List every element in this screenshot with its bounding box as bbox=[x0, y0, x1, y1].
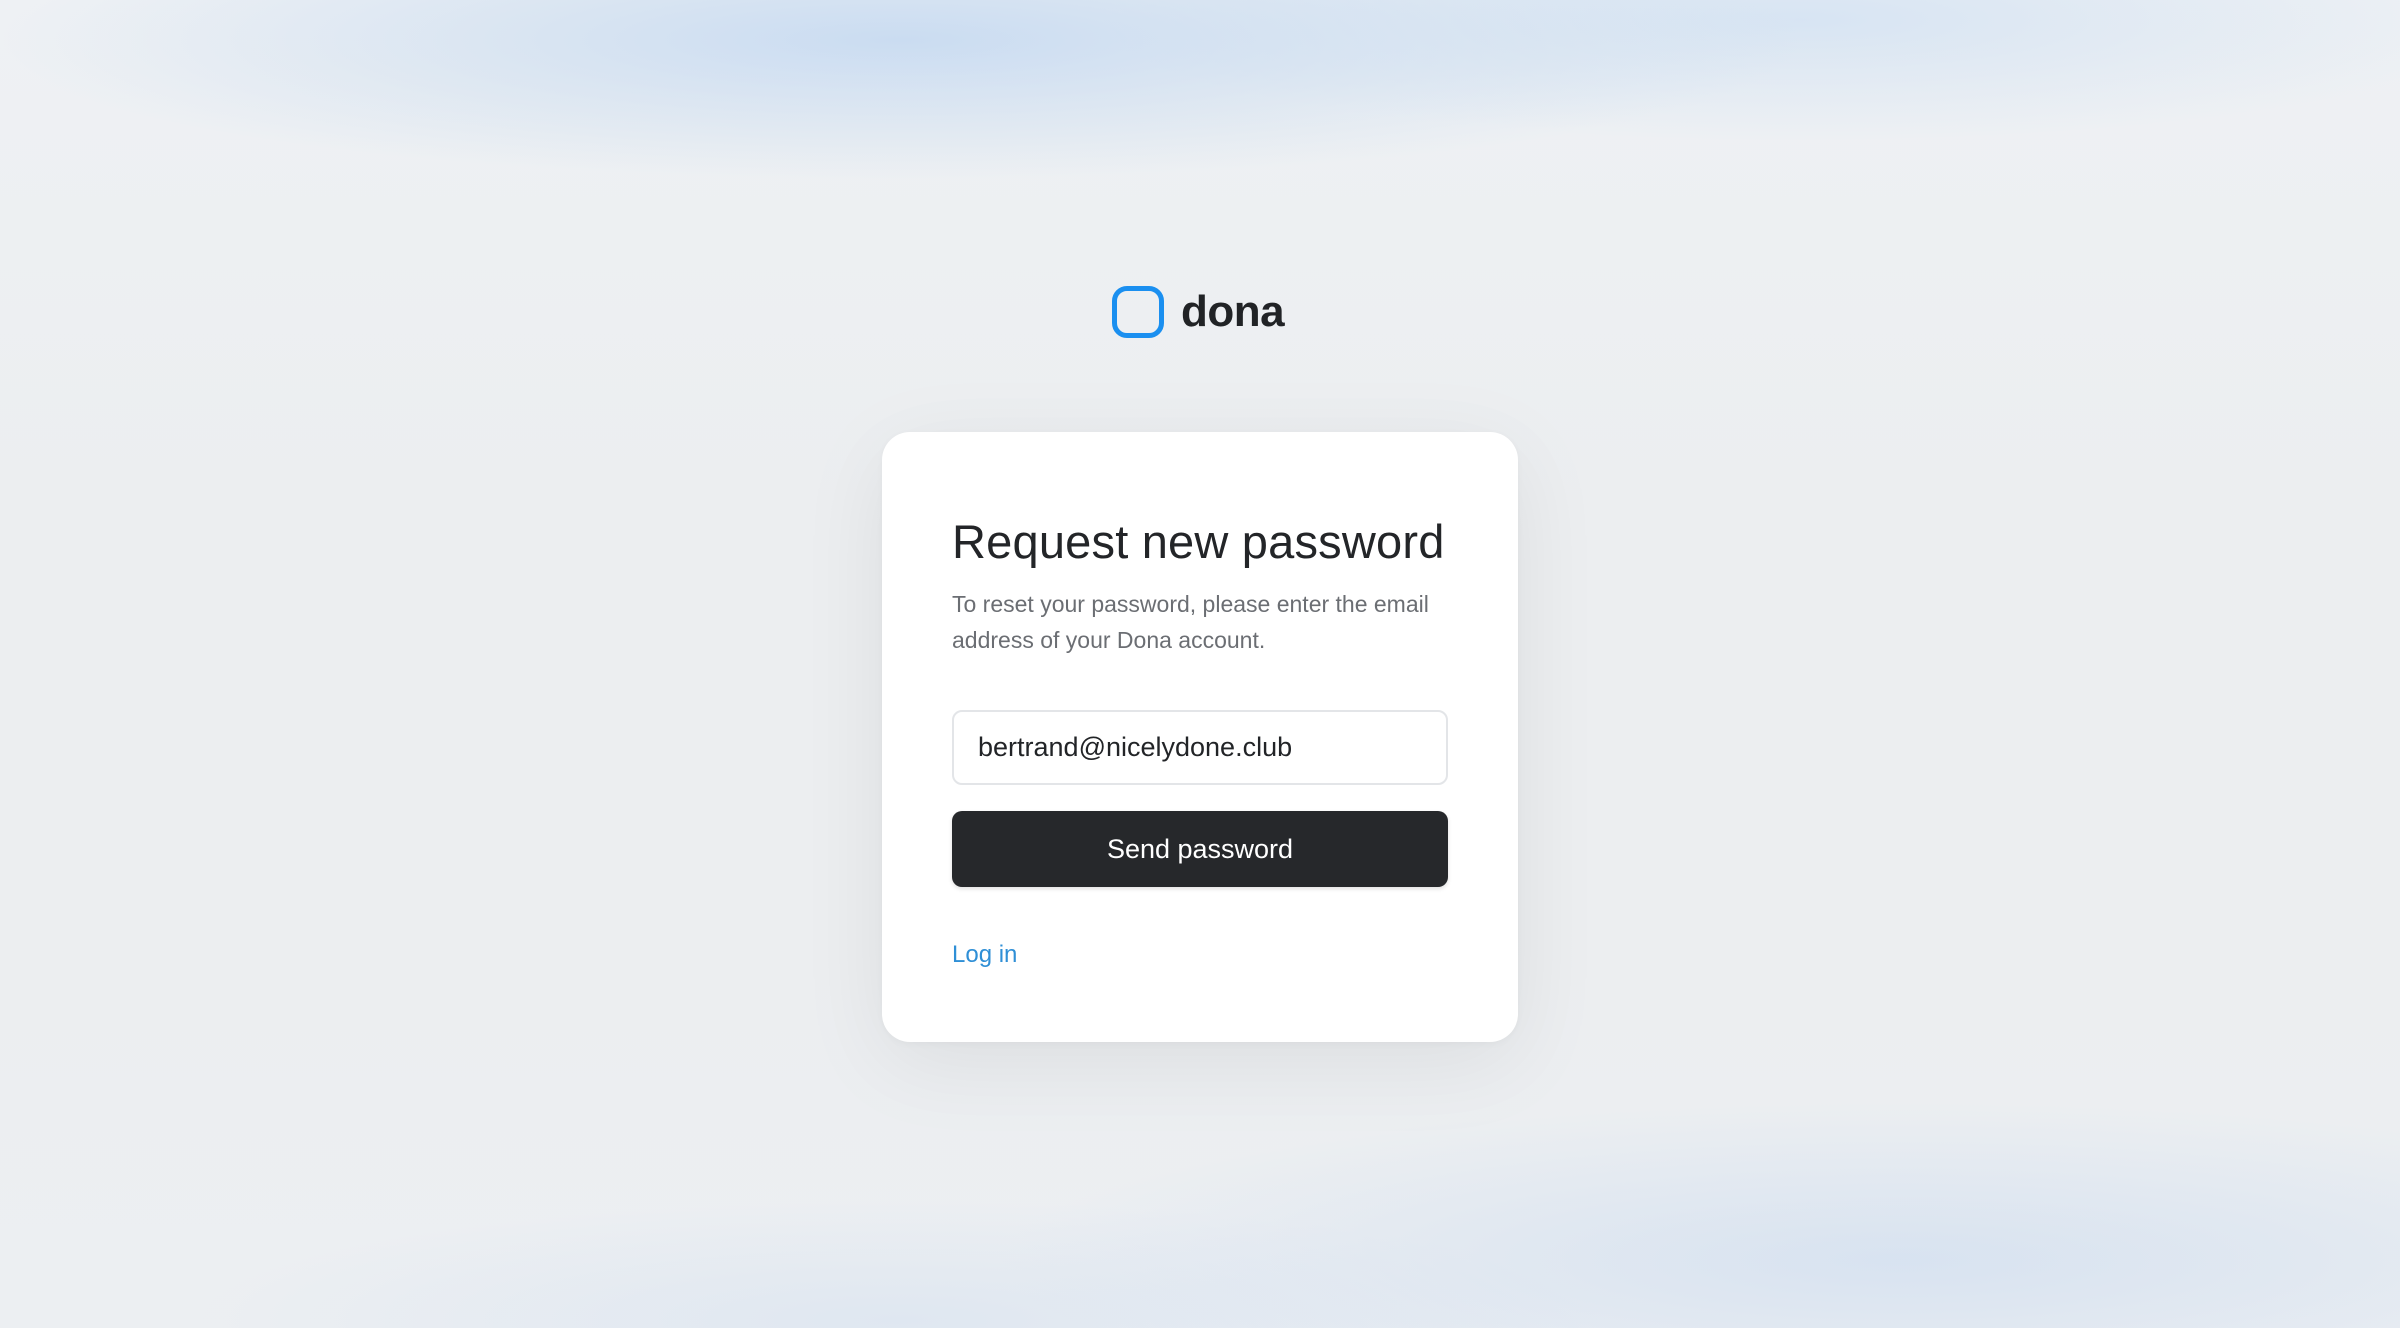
rounded-square-logo-icon bbox=[1112, 286, 1164, 338]
brand-logo: dona bbox=[1112, 282, 1285, 342]
page-description: To reset your password, please enter the… bbox=[952, 591, 1429, 653]
page-title: Request new password bbox=[952, 515, 1445, 568]
brand-name: dona bbox=[1181, 287, 1285, 336]
password-reset-card: Request new password To reset your passw… bbox=[882, 432, 1518, 1042]
send-password-button[interactable]: Send password bbox=[952, 811, 1448, 887]
login-link[interactable]: Log in bbox=[952, 939, 1017, 971]
email-field[interactable] bbox=[952, 710, 1448, 785]
